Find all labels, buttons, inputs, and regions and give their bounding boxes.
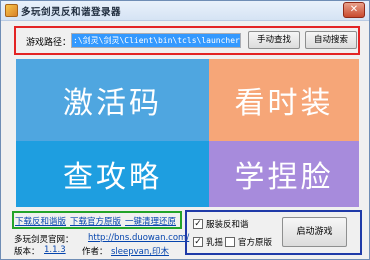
boobs-checkbox[interactable]: ✓	[193, 237, 203, 247]
auto-search-button[interactable]: 自动搜索	[305, 31, 357, 49]
one-click-restore-link[interactable]: 一键清理还原	[125, 215, 176, 227]
author-value[interactable]: sleepvan,印木	[111, 245, 169, 257]
clothes-patch-checkbox[interactable]: ✓	[193, 219, 203, 229]
boobs-option[interactable]: ✓ 乳摇	[193, 236, 223, 248]
tile-guides[interactable]: 查攻略	[16, 141, 209, 207]
launcher-window: 多玩剑灵反和谐登录器 ✕ 游戏路径： :\剑灵\剑灵\Client\bin\tc…	[0, 0, 370, 260]
download-official-link[interactable]: 下载官方原版	[70, 215, 121, 227]
download-links-panel: 下载反和谐版 下载官方原版 一键清理还原	[12, 211, 182, 229]
title-bar: 多玩剑灵反和谐登录器 ✕	[1, 1, 369, 21]
official-original-label: 官方原版	[238, 238, 273, 248]
path-input-value: :\剑灵\剑灵\Client\bin\tcls\launcher.exe	[72, 34, 240, 47]
official-site-label: 多玩剑灵官网：	[14, 235, 74, 245]
launch-options-panel: ✓ 服装反和谐 ✓ 乳摇 官方原版 启动游戏	[185, 210, 362, 255]
official-original-checkbox[interactable]	[225, 237, 235, 247]
version-label: 版本：	[14, 247, 40, 257]
game-path-panel: 游戏路径： :\剑灵\剑灵\Client\bin\tcls\launcher.e…	[14, 26, 360, 55]
clothes-patch-option[interactable]: ✓ 服装反和谐	[193, 218, 249, 230]
manual-find-button[interactable]: 手动查找	[248, 31, 300, 49]
clothes-patch-label: 服装反和谐	[206, 220, 249, 230]
tile-activation-code[interactable]: 激活码	[16, 59, 209, 141]
download-patch-link[interactable]: 下载反和谐版	[15, 215, 66, 227]
path-input[interactable]: :\剑灵\剑灵\Client\bin\tcls\launcher.exe	[71, 33, 241, 48]
boobs-label: 乳摇	[206, 238, 224, 248]
launch-game-button[interactable]: 启动游戏	[282, 217, 347, 247]
tile-face-presets[interactable]: 学捏脸	[209, 141, 359, 207]
app-icon	[5, 4, 18, 17]
close-button[interactable]: ✕	[343, 2, 365, 18]
window-title: 多玩剑灵反和谐登录器	[21, 7, 122, 18]
path-label: 游戏路径：	[26, 38, 72, 48]
version-value[interactable]: 1.1.3	[44, 245, 66, 255]
official-site-link[interactable]: http://bns.duowan.com/	[88, 233, 189, 243]
author-label: 作者：	[82, 247, 108, 257]
tile-view-costumes[interactable]: 看时装	[209, 59, 359, 141]
official-original-option[interactable]: 官方原版	[225, 236, 272, 248]
